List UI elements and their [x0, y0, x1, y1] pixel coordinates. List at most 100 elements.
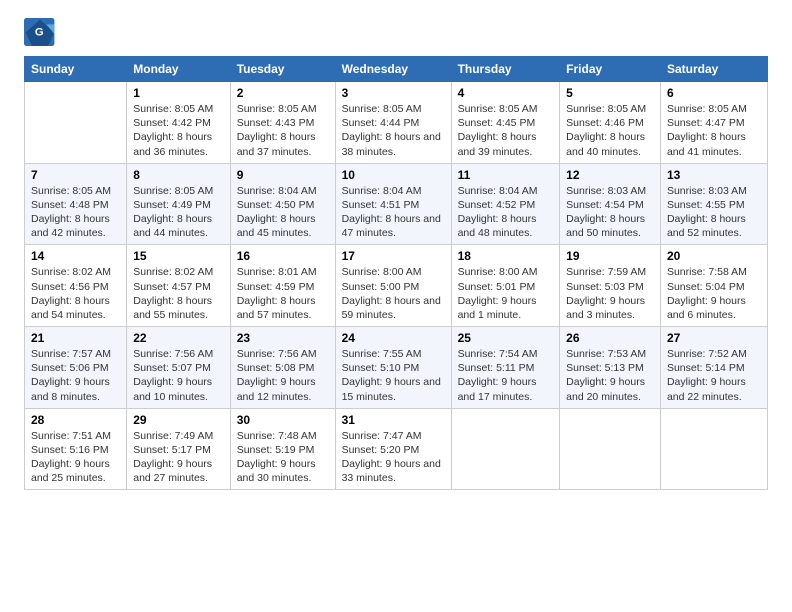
weekday-header: Friday: [560, 57, 661, 82]
day-info: Sunrise: 8:03 AMSunset: 4:55 PMDaylight:…: [667, 185, 747, 240]
calendar-cell: 24 Sunrise: 7:55 AMSunset: 5:10 PMDaylig…: [335, 327, 451, 409]
calendar-cell: 12 Sunrise: 8:03 AMSunset: 4:54 PMDaylig…: [560, 163, 661, 245]
logo: G: [24, 18, 60, 46]
day-number: 30: [237, 413, 329, 427]
day-info: Sunrise: 8:02 AMSunset: 4:56 PMDaylight:…: [31, 266, 111, 321]
weekday-header: Saturday: [660, 57, 767, 82]
day-number: 23: [237, 331, 329, 345]
day-info: Sunrise: 7:47 AMSunset: 5:20 PMDaylight:…: [342, 430, 441, 485]
day-info: Sunrise: 8:02 AMSunset: 4:57 PMDaylight:…: [133, 266, 213, 321]
day-number: 21: [31, 331, 120, 345]
day-info: Sunrise: 7:53 AMSunset: 5:13 PMDaylight:…: [566, 348, 646, 403]
day-number: 1: [133, 86, 223, 100]
day-number: 16: [237, 249, 329, 263]
day-number: 26: [566, 331, 654, 345]
calendar-cell: 4 Sunrise: 8:05 AMSunset: 4:45 PMDayligh…: [451, 82, 560, 164]
day-info: Sunrise: 8:05 AMSunset: 4:46 PMDaylight:…: [566, 103, 646, 158]
day-info: Sunrise: 7:54 AMSunset: 5:11 PMDaylight:…: [458, 348, 538, 403]
day-number: 4: [458, 86, 554, 100]
day-info: Sunrise: 7:59 AMSunset: 5:03 PMDaylight:…: [566, 266, 646, 321]
weekday-header: Thursday: [451, 57, 560, 82]
calendar-cell: 23 Sunrise: 7:56 AMSunset: 5:08 PMDaylig…: [230, 327, 335, 409]
day-info: Sunrise: 7:48 AMSunset: 5:19 PMDaylight:…: [237, 430, 317, 485]
day-number: 5: [566, 86, 654, 100]
day-number: 13: [667, 168, 761, 182]
day-info: Sunrise: 8:04 AMSunset: 4:51 PMDaylight:…: [342, 185, 441, 240]
weekday-header: Monday: [127, 57, 230, 82]
day-info: Sunrise: 7:55 AMSunset: 5:10 PMDaylight:…: [342, 348, 441, 403]
day-number: 2: [237, 86, 329, 100]
calendar-cell: [560, 408, 661, 490]
calendar-cell: 13 Sunrise: 8:03 AMSunset: 4:55 PMDaylig…: [660, 163, 767, 245]
calendar-cell: 7 Sunrise: 8:05 AMSunset: 4:48 PMDayligh…: [25, 163, 127, 245]
day-number: 9: [237, 168, 329, 182]
calendar-cell: 30 Sunrise: 7:48 AMSunset: 5:19 PMDaylig…: [230, 408, 335, 490]
day-info: Sunrise: 7:49 AMSunset: 5:17 PMDaylight:…: [133, 430, 213, 485]
calendar-week-row: 14 Sunrise: 8:02 AMSunset: 4:56 PMDaylig…: [25, 245, 768, 327]
calendar-cell: 29 Sunrise: 7:49 AMSunset: 5:17 PMDaylig…: [127, 408, 230, 490]
calendar-cell: 14 Sunrise: 8:02 AMSunset: 4:56 PMDaylig…: [25, 245, 127, 327]
calendar-cell: 22 Sunrise: 7:56 AMSunset: 5:07 PMDaylig…: [127, 327, 230, 409]
day-number: 27: [667, 331, 761, 345]
day-number: 29: [133, 413, 223, 427]
day-number: 20: [667, 249, 761, 263]
calendar-cell: 17 Sunrise: 8:00 AMSunset: 5:00 PMDaylig…: [335, 245, 451, 327]
day-info: Sunrise: 7:51 AMSunset: 5:16 PMDaylight:…: [31, 430, 111, 485]
header-row: SundayMondayTuesdayWednesdayThursdayFrid…: [25, 57, 768, 82]
day-number: 28: [31, 413, 120, 427]
calendar-week-row: 28 Sunrise: 7:51 AMSunset: 5:16 PMDaylig…: [25, 408, 768, 490]
day-info: Sunrise: 8:00 AMSunset: 5:01 PMDaylight:…: [458, 266, 538, 321]
day-number: 15: [133, 249, 223, 263]
day-info: Sunrise: 7:58 AMSunset: 5:04 PMDaylight:…: [667, 266, 747, 321]
day-number: 17: [342, 249, 445, 263]
calendar-week-row: 21 Sunrise: 7:57 AMSunset: 5:06 PMDaylig…: [25, 327, 768, 409]
day-number: 7: [31, 168, 120, 182]
day-info: Sunrise: 8:05 AMSunset: 4:44 PMDaylight:…: [342, 103, 441, 158]
day-info: Sunrise: 7:56 AMSunset: 5:07 PMDaylight:…: [133, 348, 213, 403]
calendar-cell: 1 Sunrise: 8:05 AMSunset: 4:42 PMDayligh…: [127, 82, 230, 164]
calendar-cell: 28 Sunrise: 7:51 AMSunset: 5:16 PMDaylig…: [25, 408, 127, 490]
calendar-cell: 20 Sunrise: 7:58 AMSunset: 5:04 PMDaylig…: [660, 245, 767, 327]
day-number: 3: [342, 86, 445, 100]
calendar-table: SundayMondayTuesdayWednesdayThursdayFrid…: [24, 56, 768, 490]
calendar-week-row: 1 Sunrise: 8:05 AMSunset: 4:42 PMDayligh…: [25, 82, 768, 164]
calendar-cell: 26 Sunrise: 7:53 AMSunset: 5:13 PMDaylig…: [560, 327, 661, 409]
day-info: Sunrise: 8:00 AMSunset: 5:00 PMDaylight:…: [342, 266, 441, 321]
day-number: 10: [342, 168, 445, 182]
calendar-cell: 19 Sunrise: 7:59 AMSunset: 5:03 PMDaylig…: [560, 245, 661, 327]
day-info: Sunrise: 8:03 AMSunset: 4:54 PMDaylight:…: [566, 185, 646, 240]
logo-icon: G: [24, 18, 56, 46]
calendar-cell: 15 Sunrise: 8:02 AMSunset: 4:57 PMDaylig…: [127, 245, 230, 327]
weekday-header: Tuesday: [230, 57, 335, 82]
svg-text:G: G: [35, 27, 44, 39]
day-info: Sunrise: 8:05 AMSunset: 4:47 PMDaylight:…: [667, 103, 747, 158]
calendar-cell: 10 Sunrise: 8:04 AMSunset: 4:51 PMDaylig…: [335, 163, 451, 245]
calendar-cell: 5 Sunrise: 8:05 AMSunset: 4:46 PMDayligh…: [560, 82, 661, 164]
day-info: Sunrise: 8:05 AMSunset: 4:49 PMDaylight:…: [133, 185, 213, 240]
page: G SundayMondayTuesdayWednesdayThursdayFr…: [0, 0, 792, 502]
day-info: Sunrise: 7:52 AMSunset: 5:14 PMDaylight:…: [667, 348, 747, 403]
day-info: Sunrise: 8:05 AMSunset: 4:43 PMDaylight:…: [237, 103, 317, 158]
day-number: 11: [458, 168, 554, 182]
day-number: 19: [566, 249, 654, 263]
day-number: 24: [342, 331, 445, 345]
calendar-cell: 2 Sunrise: 8:05 AMSunset: 4:43 PMDayligh…: [230, 82, 335, 164]
day-info: Sunrise: 8:01 AMSunset: 4:59 PMDaylight:…: [237, 266, 317, 321]
day-info: Sunrise: 8:05 AMSunset: 4:42 PMDaylight:…: [133, 103, 213, 158]
weekday-header: Wednesday: [335, 57, 451, 82]
calendar-cell: [660, 408, 767, 490]
day-info: Sunrise: 8:05 AMSunset: 4:45 PMDaylight:…: [458, 103, 538, 158]
calendar-cell: 11 Sunrise: 8:04 AMSunset: 4:52 PMDaylig…: [451, 163, 560, 245]
calendar-cell: 16 Sunrise: 8:01 AMSunset: 4:59 PMDaylig…: [230, 245, 335, 327]
calendar-cell: [25, 82, 127, 164]
calendar-week-row: 7 Sunrise: 8:05 AMSunset: 4:48 PMDayligh…: [25, 163, 768, 245]
day-number: 31: [342, 413, 445, 427]
calendar-cell: 6 Sunrise: 8:05 AMSunset: 4:47 PMDayligh…: [660, 82, 767, 164]
day-info: Sunrise: 8:05 AMSunset: 4:48 PMDaylight:…: [31, 185, 111, 240]
calendar-cell: 31 Sunrise: 7:47 AMSunset: 5:20 PMDaylig…: [335, 408, 451, 490]
day-number: 12: [566, 168, 654, 182]
calendar-cell: 8 Sunrise: 8:05 AMSunset: 4:49 PMDayligh…: [127, 163, 230, 245]
weekday-header: Sunday: [25, 57, 127, 82]
day-info: Sunrise: 8:04 AMSunset: 4:50 PMDaylight:…: [237, 185, 317, 240]
calendar-cell: 18 Sunrise: 8:00 AMSunset: 5:01 PMDaylig…: [451, 245, 560, 327]
